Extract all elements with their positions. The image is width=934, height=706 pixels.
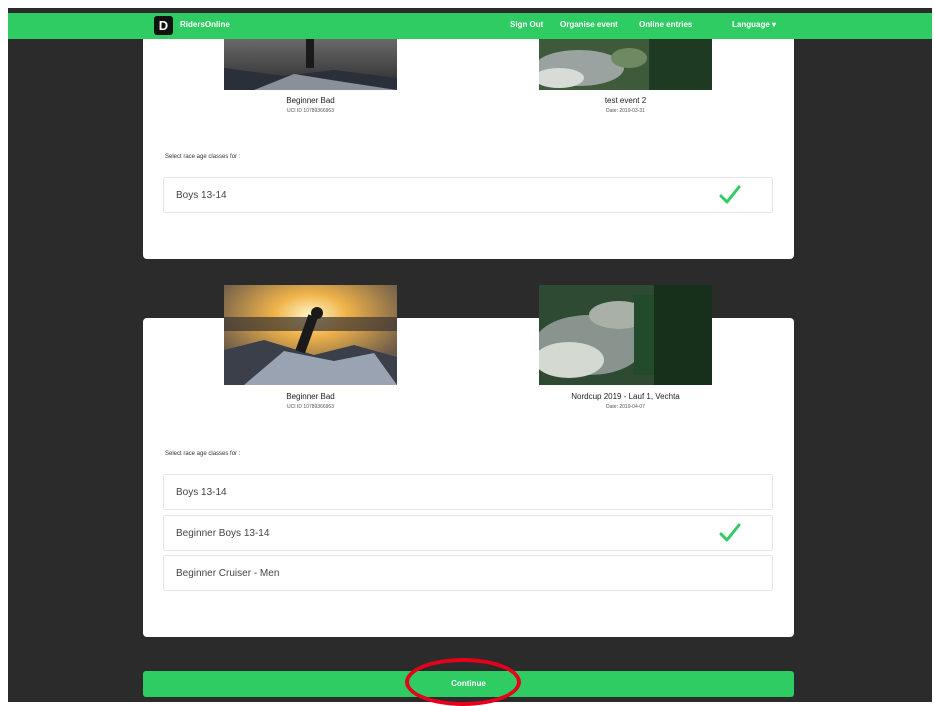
event-photo-1 <box>539 38 712 90</box>
event-name-2: Nordcup 2019 - Lauf 1, Vechta <box>571 392 680 401</box>
nav-language-dropdown[interactable]: Language ▾ <box>732 20 776 29</box>
class-label: Beginner Cruiser - Men <box>176 568 280 579</box>
continue-button[interactable]: Continue <box>143 671 794 697</box>
rider-uci-1: UCI ID 10789366963 <box>287 108 334 114</box>
brand-name[interactable]: RidersOnline <box>180 20 230 29</box>
rider-name-1: Beginner Bad <box>286 96 335 105</box>
class-option-1-1[interactable]: Boys 13-14 <box>163 177 773 213</box>
select-classes-label-2: Select race age classes for : <box>165 451 241 457</box>
class-option-2-3[interactable]: Beginner Cruiser - Men <box>163 555 773 591</box>
class-label: Boys 13-14 <box>176 487 227 498</box>
rider-photo-2 <box>224 285 397 385</box>
rider-photo-2-image <box>224 285 397 385</box>
select-classes-label-1: Select race age classes for : <box>165 154 241 160</box>
continue-label: Continue <box>451 679 486 688</box>
brand-logo-icon[interactable]: D <box>154 16 173 35</box>
event-photo-1-image <box>539 38 712 90</box>
event-name-1: test event 2 <box>604 96 647 105</box>
class-option-2-2[interactable]: Beginner Boys 13-14 <box>163 515 773 551</box>
class-label: Beginner Boys 13-14 <box>176 528 270 539</box>
check-icon <box>719 185 741 204</box>
rider-photo-1 <box>224 38 397 90</box>
class-option-2-1[interactable]: Boys 13-14 <box>163 474 773 510</box>
check-icon <box>719 523 741 542</box>
nav-online-entries[interactable]: Online entries <box>639 20 692 29</box>
rider-uci-2: UCI ID 10789366963 <box>287 404 334 410</box>
nav-organise-event[interactable]: Organise event <box>560 20 618 29</box>
rider-photo-1-image <box>224 38 397 90</box>
nav-sign-out[interactable]: Sign Out <box>510 20 543 29</box>
top-navbar: D RidersOnline Sign Out Organise event O… <box>8 13 932 39</box>
event-date-1: Date: 2019-03-31 <box>606 108 645 114</box>
event-date-2: Date: 2019-04-07 <box>606 404 645 410</box>
event-photo-2 <box>539 285 712 385</box>
event-photo-2-image <box>539 285 712 385</box>
rider-name-2: Beginner Bad <box>286 392 335 401</box>
class-label: Boys 13-14 <box>176 190 227 201</box>
